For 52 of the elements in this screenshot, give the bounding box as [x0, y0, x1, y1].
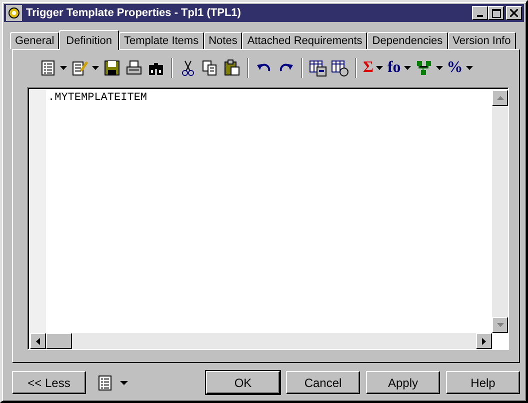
editor-text: .MYTEMPLATEITEM	[47, 91, 148, 106]
caret-icon[interactable]	[436, 66, 443, 70]
tab[interactable]: Dependencies	[367, 32, 448, 49]
tree-icon[interactable]	[414, 59, 433, 77]
less-button[interactable]: << Less	[12, 371, 86, 394]
left-arrow-icon	[36, 338, 40, 344]
minimize-button[interactable]	[472, 6, 488, 20]
tab[interactable]: Template Items	[119, 32, 204, 49]
window-title: Trigger Template Properties - Tpl1 (TPL1)	[26, 7, 242, 19]
down-arrow-icon	[496, 323, 504, 327]
right-arrow-icon	[482, 338, 486, 344]
app-icon	[6, 5, 22, 21]
maximize-button[interactable]	[488, 6, 504, 20]
tab[interactable]: General	[10, 32, 60, 49]
caret-icon[interactable]	[466, 66, 473, 70]
edit-icon[interactable]	[71, 59, 89, 77]
scroll-down-button[interactable]	[492, 317, 508, 333]
caret-icon[interactable]	[60, 66, 67, 70]
caret-icon[interactable]	[120, 380, 128, 384]
code-editor[interactable]: .MYTEMPLATEITEM	[27, 87, 509, 350]
table-link-icon[interactable]	[309, 59, 327, 77]
toolbar-glyph[interactable]: fo	[387, 59, 401, 77]
toolbar-glyph[interactable]: %	[446, 59, 463, 77]
close-button[interactable]	[506, 6, 522, 20]
tab[interactable]: Version Info	[448, 32, 516, 49]
close-icon	[510, 9, 518, 17]
caret-icon[interactable]	[376, 66, 384, 70]
scroll-left-button[interactable]	[30, 333, 46, 349]
tab[interactable]: Notes	[204, 32, 242, 49]
ok-button[interactable]: OK	[206, 371, 280, 394]
horizontal-scrollbar[interactable]	[30, 333, 492, 349]
list-icon[interactable]	[39, 59, 57, 77]
save-icon[interactable]	[103, 59, 121, 77]
caret-icon[interactable]	[404, 66, 411, 70]
copy-icon[interactable]	[201, 59, 219, 77]
tab[interactable]: Definition	[59, 30, 119, 50]
tab[interactable]: Attached Requirements	[242, 32, 368, 49]
caret-icon[interactable]	[92, 66, 99, 70]
vertical-scrollbar[interactable]	[492, 90, 508, 333]
cut-icon[interactable]	[179, 59, 197, 77]
print-icon[interactable]	[125, 59, 143, 77]
maximize-icon	[492, 8, 500, 18]
paste-icon[interactable]	[223, 59, 241, 77]
scroll-up-button[interactable]	[492, 90, 508, 106]
up-arrow-icon	[496, 96, 504, 100]
scroll-thumb[interactable]	[46, 333, 72, 349]
table-db-icon[interactable]	[331, 59, 349, 77]
help-button[interactable]: Help	[446, 371, 520, 394]
apply-button[interactable]: Apply	[366, 371, 440, 394]
scroll-right-button[interactable]	[476, 333, 492, 349]
list-icon[interactable]	[96, 374, 114, 392]
cancel-button[interactable]: Cancel	[286, 371, 360, 394]
